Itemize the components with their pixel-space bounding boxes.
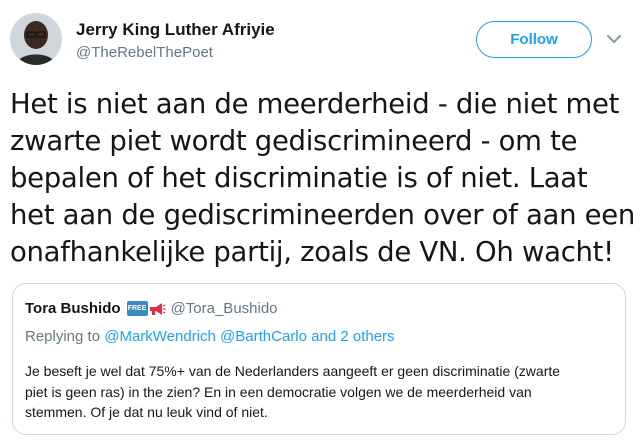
quoted-line: Je beseft je wel dat 75%+ van de Nederla… bbox=[25, 363, 561, 379]
quoted-author-handle: @Tora_Bushido bbox=[170, 300, 278, 317]
author-handle[interactable]: @TheRebelThePoet bbox=[76, 44, 213, 61]
quoted-tweet-body: Je beseft je wel dat 75%+ van de Nederla… bbox=[25, 361, 617, 423]
author-name[interactable]: Jerry King Luther Afriyie bbox=[76, 20, 275, 40]
tweet-line: zwarte piet wordt gediscrimineerd - om t… bbox=[10, 125, 578, 157]
quoted-line: piet is geen ras) in the zien? En in een… bbox=[25, 383, 532, 400]
quoted-tweet-header: Tora Bushido FREE @Tora_Bushido bbox=[25, 300, 278, 317]
tweet-line: onafhankelijke partij, zoals de VN. Oh w… bbox=[10, 236, 614, 268]
megaphone-icon bbox=[149, 302, 166, 315]
tweet-line: het aan de gediscrimineerden over of aan… bbox=[10, 199, 636, 231]
chevron-down-icon[interactable] bbox=[606, 33, 622, 45]
quoted-line: stemmen. Of je dat nu leuk vind of niet. bbox=[25, 404, 268, 420]
quoted-tweet[interactable]: Tora Bushido FREE @Tora_Bushido Replying… bbox=[12, 283, 626, 435]
profile-photo-icon bbox=[10, 13, 62, 65]
quoted-author-name: Tora Bushido bbox=[25, 300, 121, 317]
avatar[interactable] bbox=[10, 13, 62, 65]
replying-to: Replying to @MarkWendrich @BarthCarlo an… bbox=[25, 328, 395, 345]
replying-prefix: Replying to bbox=[25, 328, 105, 345]
free-badge: FREE bbox=[126, 301, 148, 316]
mention-link[interactable]: @BarthCarlo bbox=[220, 328, 307, 345]
tweet-line: Het is niet aan de meerderheid - die nie… bbox=[10, 88, 620, 120]
tweet-text: Het is niet aan de meerderheid - die nie… bbox=[10, 86, 636, 271]
quoted-author-badges: FREE bbox=[126, 301, 166, 317]
others-link[interactable]: and 2 others bbox=[307, 328, 394, 345]
mention-link[interactable]: @MarkWendrich bbox=[104, 328, 216, 345]
tweet-line: bepalen of het discriminatie is of niet.… bbox=[10, 162, 588, 194]
follow-button[interactable]: Follow bbox=[476, 21, 592, 58]
